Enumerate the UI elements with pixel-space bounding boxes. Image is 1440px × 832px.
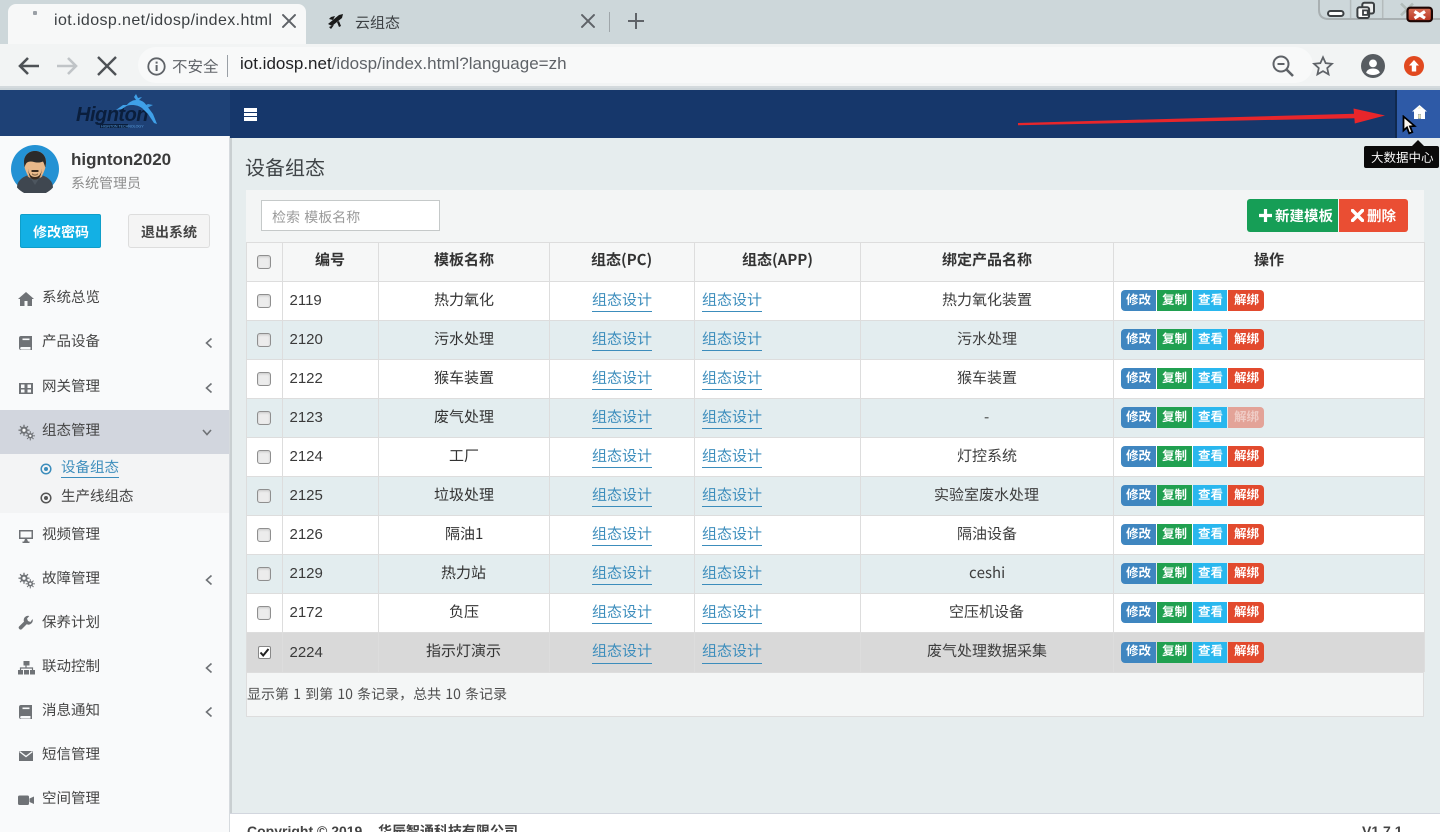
svg-text:HIGNTON TECHNOLOGY: HIGNTON TECHNOLOGY (101, 125, 144, 129)
svg-text:Hignton: Hignton (76, 104, 148, 126)
